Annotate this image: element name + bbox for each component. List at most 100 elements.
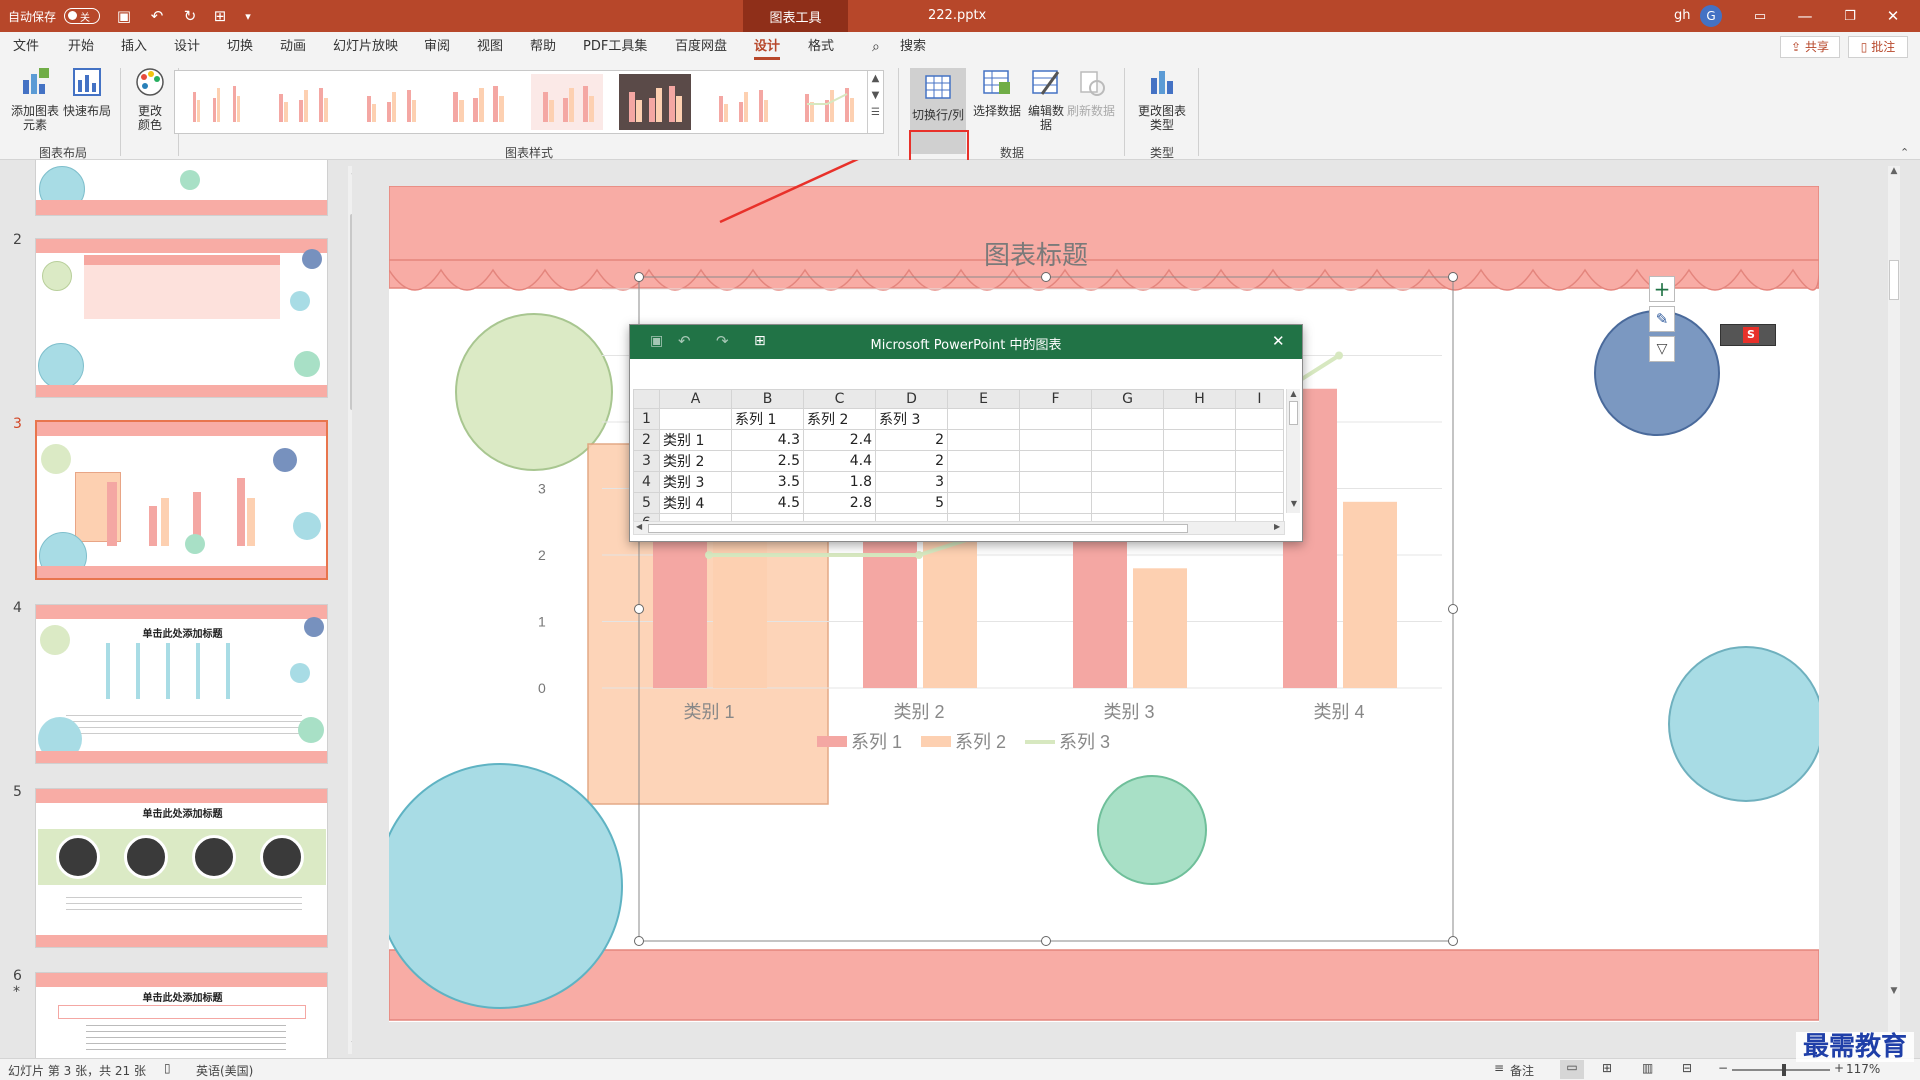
customize-qat-icon[interactable]: ▾ <box>238 0 258 32</box>
grid-cell[interactable] <box>947 471 1020 493</box>
row-header[interactable]: 5 <box>633 492 660 514</box>
close-icon[interactable]: ✕ <box>1878 0 1908 32</box>
tab-design[interactable]: 设计 <box>174 32 200 62</box>
resize-handle[interactable] <box>634 272 644 282</box>
grid-cell[interactable] <box>947 429 1020 451</box>
select-data-button[interactable]: 选择数据 <box>970 66 1024 118</box>
row-header[interactable]: 1 <box>633 408 660 430</box>
grid-cell[interactable]: 类别 4 <box>659 492 732 514</box>
minimize-icon[interactable]: — <box>1790 0 1820 32</box>
refresh-data-button[interactable]: 刷新数据 <box>1066 66 1116 118</box>
column-header[interactable]: H <box>1163 389 1236 409</box>
grid-cell[interactable] <box>1235 429 1284 451</box>
resize-handle[interactable] <box>1448 604 1458 614</box>
grid-corner[interactable] <box>633 389 660 409</box>
grid-cell[interactable] <box>1091 450 1164 472</box>
grid-cell[interactable] <box>1235 492 1284 514</box>
comments-button[interactable]: ▯ 批注 <box>1848 36 1908 58</box>
grid-cell[interactable] <box>1091 429 1164 451</box>
tab-slideshow[interactable]: 幻灯片放映 <box>333 32 398 62</box>
grid-cell[interactable] <box>1235 471 1284 493</box>
ribbon-display-icon[interactable]: ▭ <box>1745 0 1775 32</box>
collapse-ribbon-icon[interactable]: ⌃ <box>1900 146 1909 159</box>
grid-cell[interactable]: 系列 2 <box>803 408 876 430</box>
grid-cell[interactable] <box>1091 492 1164 514</box>
chart-style-1[interactable] <box>179 74 251 130</box>
grid-cell[interactable] <box>947 492 1020 514</box>
close-icon[interactable]: ✕ <box>1272 332 1285 350</box>
spellcheck-icon[interactable]: ▯ <box>164 1061 171 1075</box>
resize-handle[interactable] <box>634 604 644 614</box>
slide-thumb-5[interactable]: 单击此处添加标题 <box>35 788 328 948</box>
tab-pdf-tools[interactable]: PDF工具集 <box>583 32 647 62</box>
zoom-level[interactable]: 117% <box>1846 1062 1880 1076</box>
tab-animations[interactable]: 动画 <box>280 32 306 62</box>
ime-toolbar[interactable]: S <box>1720 324 1776 346</box>
quick-layout-button[interactable]: 快速布局 <box>62 66 112 118</box>
chart-style-4[interactable] <box>443 74 515 130</box>
chart-filter-funnel-icon[interactable]: ▽ <box>1649 336 1675 362</box>
grid-cell[interactable]: 2.8 <box>803 492 876 514</box>
edit-data-button[interactable]: 编辑数据 <box>1026 66 1066 132</box>
chart-style-5[interactable] <box>531 74 603 130</box>
restore-icon[interactable]: ❐ <box>1835 0 1865 32</box>
grid-cell[interactable]: 4.4 <box>803 450 876 472</box>
save-icon[interactable]: ▣ <box>112 0 136 32</box>
slide-thumb-3-selected[interactable] <box>35 420 328 580</box>
grid-cell[interactable]: 3.5 <box>731 471 804 493</box>
grid-cell[interactable]: 系列 3 <box>875 408 948 430</box>
row-header[interactable]: 2 <box>633 429 660 451</box>
slide-thumb-4[interactable]: 单击此处添加标题 <box>35 604 328 764</box>
column-header[interactable]: A <box>659 389 732 409</box>
grid-cell[interactable]: 4.5 <box>731 492 804 514</box>
grid-cell[interactable] <box>947 450 1020 472</box>
column-header[interactable]: I <box>1235 389 1284 409</box>
canvas-scrollbar[interactable]: ▲ ▼ <box>1888 166 1900 1058</box>
redo-icon[interactable]: ↻ <box>178 0 202 32</box>
column-header[interactable]: G <box>1091 389 1164 409</box>
search-icon[interactable]: ⌕ <box>872 32 880 62</box>
grid-cell[interactable] <box>1235 408 1284 430</box>
tab-help[interactable]: 帮助 <box>530 32 556 62</box>
spreadsheet-grid[interactable]: A B C D E F G H I 1 系列 1 系列 2 系列 3 2 类别 1 4.3 2.4 2 3 类别 22… <box>633 389 1284 533</box>
row-header[interactable]: 3 <box>633 450 660 472</box>
grid-cell[interactable] <box>1163 408 1236 430</box>
language[interactable]: 英语(美国) <box>196 1062 253 1079</box>
zoom-slider-thumb[interactable] <box>1782 1064 1786 1076</box>
grid-cell[interactable] <box>1019 450 1092 472</box>
grid-cell[interactable]: 类别 2 <box>659 450 732 472</box>
chart-style-3[interactable] <box>355 74 427 130</box>
grid-cell[interactable]: 2.4 <box>803 429 876 451</box>
autosave-toggle[interactable]: 关 <box>64 8 100 24</box>
resize-handle[interactable] <box>1041 936 1051 946</box>
chart-style-6[interactable] <box>619 74 691 130</box>
grid-cell[interactable] <box>1091 471 1164 493</box>
column-header[interactable]: C <box>803 389 876 409</box>
notes-icon[interactable]: ≡ <box>1494 1061 1504 1075</box>
chart-data-editor-window[interactable]: ▣ ↶ ↷ ⊞ Microsoft PowerPoint 中的图表 ✕ ABCD… <box>629 324 1303 542</box>
grid-cell[interactable]: 类别 3 <box>659 471 732 493</box>
grid-cell[interactable] <box>1163 429 1236 451</box>
slide-thumb-1[interactable] <box>35 160 328 216</box>
column-header[interactable]: E <box>947 389 1020 409</box>
grid-cell[interactable] <box>1163 450 1236 472</box>
tab-review[interactable]: 审阅 <box>424 32 450 62</box>
resize-handle[interactable] <box>634 936 644 946</box>
grid-cell[interactable] <box>1019 408 1092 430</box>
grid-vertical-scrollbar[interactable]: ▲ ▼ <box>1286 389 1300 513</box>
grid-cell[interactable] <box>1235 450 1284 472</box>
grid-cell[interactable] <box>1019 492 1092 514</box>
grid-cell[interactable]: 1.8 <box>803 471 876 493</box>
zoom-out-icon[interactable]: − <box>1718 1061 1728 1075</box>
grid-cell[interactable]: 系列 1 <box>731 408 804 430</box>
resize-handle[interactable] <box>1448 272 1458 282</box>
normal-view-icon[interactable]: ▭ <box>1560 1060 1584 1079</box>
present-icon[interactable]: ⊞ <box>208 0 232 32</box>
slide-thumb-6[interactable]: 单击此处添加标题 <box>35 972 328 1058</box>
chart-style-8[interactable] <box>793 74 863 130</box>
tab-insert[interactable]: 插入 <box>121 32 147 62</box>
grid-cell[interactable] <box>659 408 732 430</box>
grid-horizontal-scrollbar[interactable]: ◀ ▶ <box>633 521 1285 535</box>
notes-button[interactable]: 备注 <box>1510 1062 1534 1079</box>
grid-cell[interactable] <box>1019 471 1092 493</box>
